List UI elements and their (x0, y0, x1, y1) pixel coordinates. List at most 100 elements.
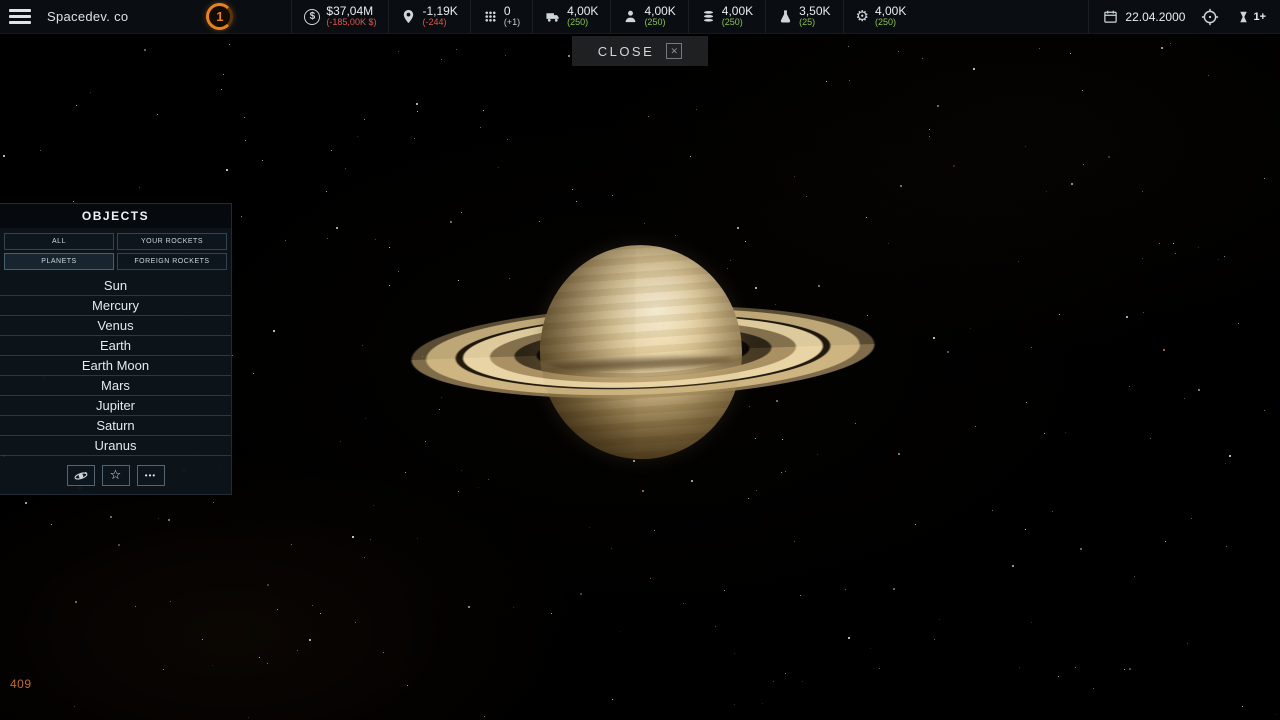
star (355, 622, 356, 623)
tab-planets[interactable]: PLANETS (4, 253, 114, 270)
star (642, 490, 644, 492)
star (975, 426, 976, 427)
star (25, 502, 27, 504)
star (794, 176, 795, 177)
star (135, 606, 136, 607)
topbar-right-cluster: 22.04.2000 1+ (1088, 0, 1280, 33)
close-button[interactable]: CLOSE ✕ (572, 36, 708, 66)
star (580, 593, 582, 595)
orbit-view-button[interactable] (67, 465, 95, 486)
star (375, 239, 376, 240)
tab-all[interactable]: ALL (4, 233, 114, 250)
app-title: Spacedev. co (47, 9, 128, 24)
objects-tabs: ALL YOUR ROCKETS PLANETS FOREIGN ROCKETS (0, 228, 231, 276)
star (1159, 243, 1160, 244)
star (785, 471, 786, 472)
frame-counter: 409 (10, 677, 32, 691)
object-item-earth[interactable]: Earth (0, 336, 231, 356)
star (870, 648, 871, 649)
star (389, 247, 390, 248)
objects-panel: OBJECTS ALL YOUR ROCKETS PLANETS FOREIGN… (0, 203, 232, 495)
star (336, 227, 338, 229)
object-item-mercury[interactable]: Mercury (0, 296, 231, 316)
star (1275, 714, 1276, 715)
star (345, 168, 346, 169)
star (690, 156, 691, 157)
center-view-button[interactable] (1199, 6, 1221, 28)
stat-resources: 4,00K (250) (688, 0, 765, 33)
favorites-button[interactable]: ☆ (102, 465, 130, 486)
star (327, 238, 328, 239)
star (245, 140, 246, 141)
star (970, 328, 971, 329)
star (551, 613, 552, 614)
coins-icon (701, 9, 716, 24)
star (1184, 398, 1185, 399)
star (326, 191, 327, 192)
star (1142, 258, 1143, 259)
star (1071, 183, 1073, 185)
star (1226, 546, 1227, 547)
star (650, 578, 651, 579)
star (800, 595, 801, 596)
star (898, 51, 899, 52)
star (478, 487, 479, 488)
star (139, 187, 140, 188)
date-display[interactable]: 22.04.2000 (1088, 0, 1185, 33)
orbit-icon (73, 469, 89, 483)
star (1026, 402, 1027, 403)
star (929, 136, 930, 137)
star (73, 201, 74, 202)
more-options-button[interactable]: ••• (137, 465, 165, 486)
object-item-jupiter[interactable]: Jupiter (0, 396, 231, 416)
time-speed-button[interactable]: 1+ (1235, 8, 1268, 26)
stat-population: 0 (+1) (470, 0, 532, 33)
star (1264, 178, 1265, 179)
star (939, 619, 940, 620)
star (737, 227, 739, 229)
star (312, 605, 313, 606)
star (973, 68, 975, 70)
planet-saturn[interactable] (394, 229, 892, 478)
star (297, 650, 298, 651)
star (480, 127, 481, 128)
object-item-sun[interactable]: Sun (0, 276, 231, 296)
star (357, 136, 358, 137)
object-item-uranus[interactable]: Uranus (0, 436, 231, 456)
star (900, 185, 902, 187)
star (654, 530, 655, 531)
star (953, 165, 955, 167)
menu-button[interactable] (9, 9, 31, 24)
star (398, 51, 399, 52)
star (365, 418, 366, 419)
star (144, 49, 146, 51)
objects-panel-actions: ☆ ••• (0, 456, 231, 486)
tab-your-rockets[interactable]: YOUR ROCKETS (117, 233, 227, 250)
star (291, 544, 292, 545)
gear-icon: ⚙ (856, 9, 869, 24)
star (1242, 706, 1243, 707)
star (947, 351, 949, 353)
star (168, 519, 170, 521)
star (734, 704, 735, 705)
object-item-venus[interactable]: Venus (0, 316, 231, 336)
object-item-mars[interactable]: Mars (0, 376, 231, 396)
star (1187, 643, 1188, 644)
star (223, 74, 224, 75)
star (221, 89, 222, 90)
star (1129, 386, 1130, 387)
star (612, 195, 613, 196)
star (484, 716, 485, 717)
star (1046, 191, 1047, 192)
star (373, 505, 374, 506)
star (229, 44, 230, 45)
object-item-saturn[interactable]: Saturn (0, 416, 231, 436)
star (1229, 455, 1231, 457)
star (76, 105, 77, 106)
star (1070, 53, 1071, 54)
tab-foreign-rockets[interactable]: FOREIGN ROCKETS (117, 253, 227, 270)
object-item-earth-moon[interactable]: Earth Moon (0, 356, 231, 376)
resource-stats: $ $37,04M (-185,00K $) -1,19K (-244) (291, 0, 918, 33)
stat-location: -1,19K (-244) (388, 0, 469, 33)
level-badge[interactable]: 1 (206, 3, 233, 30)
